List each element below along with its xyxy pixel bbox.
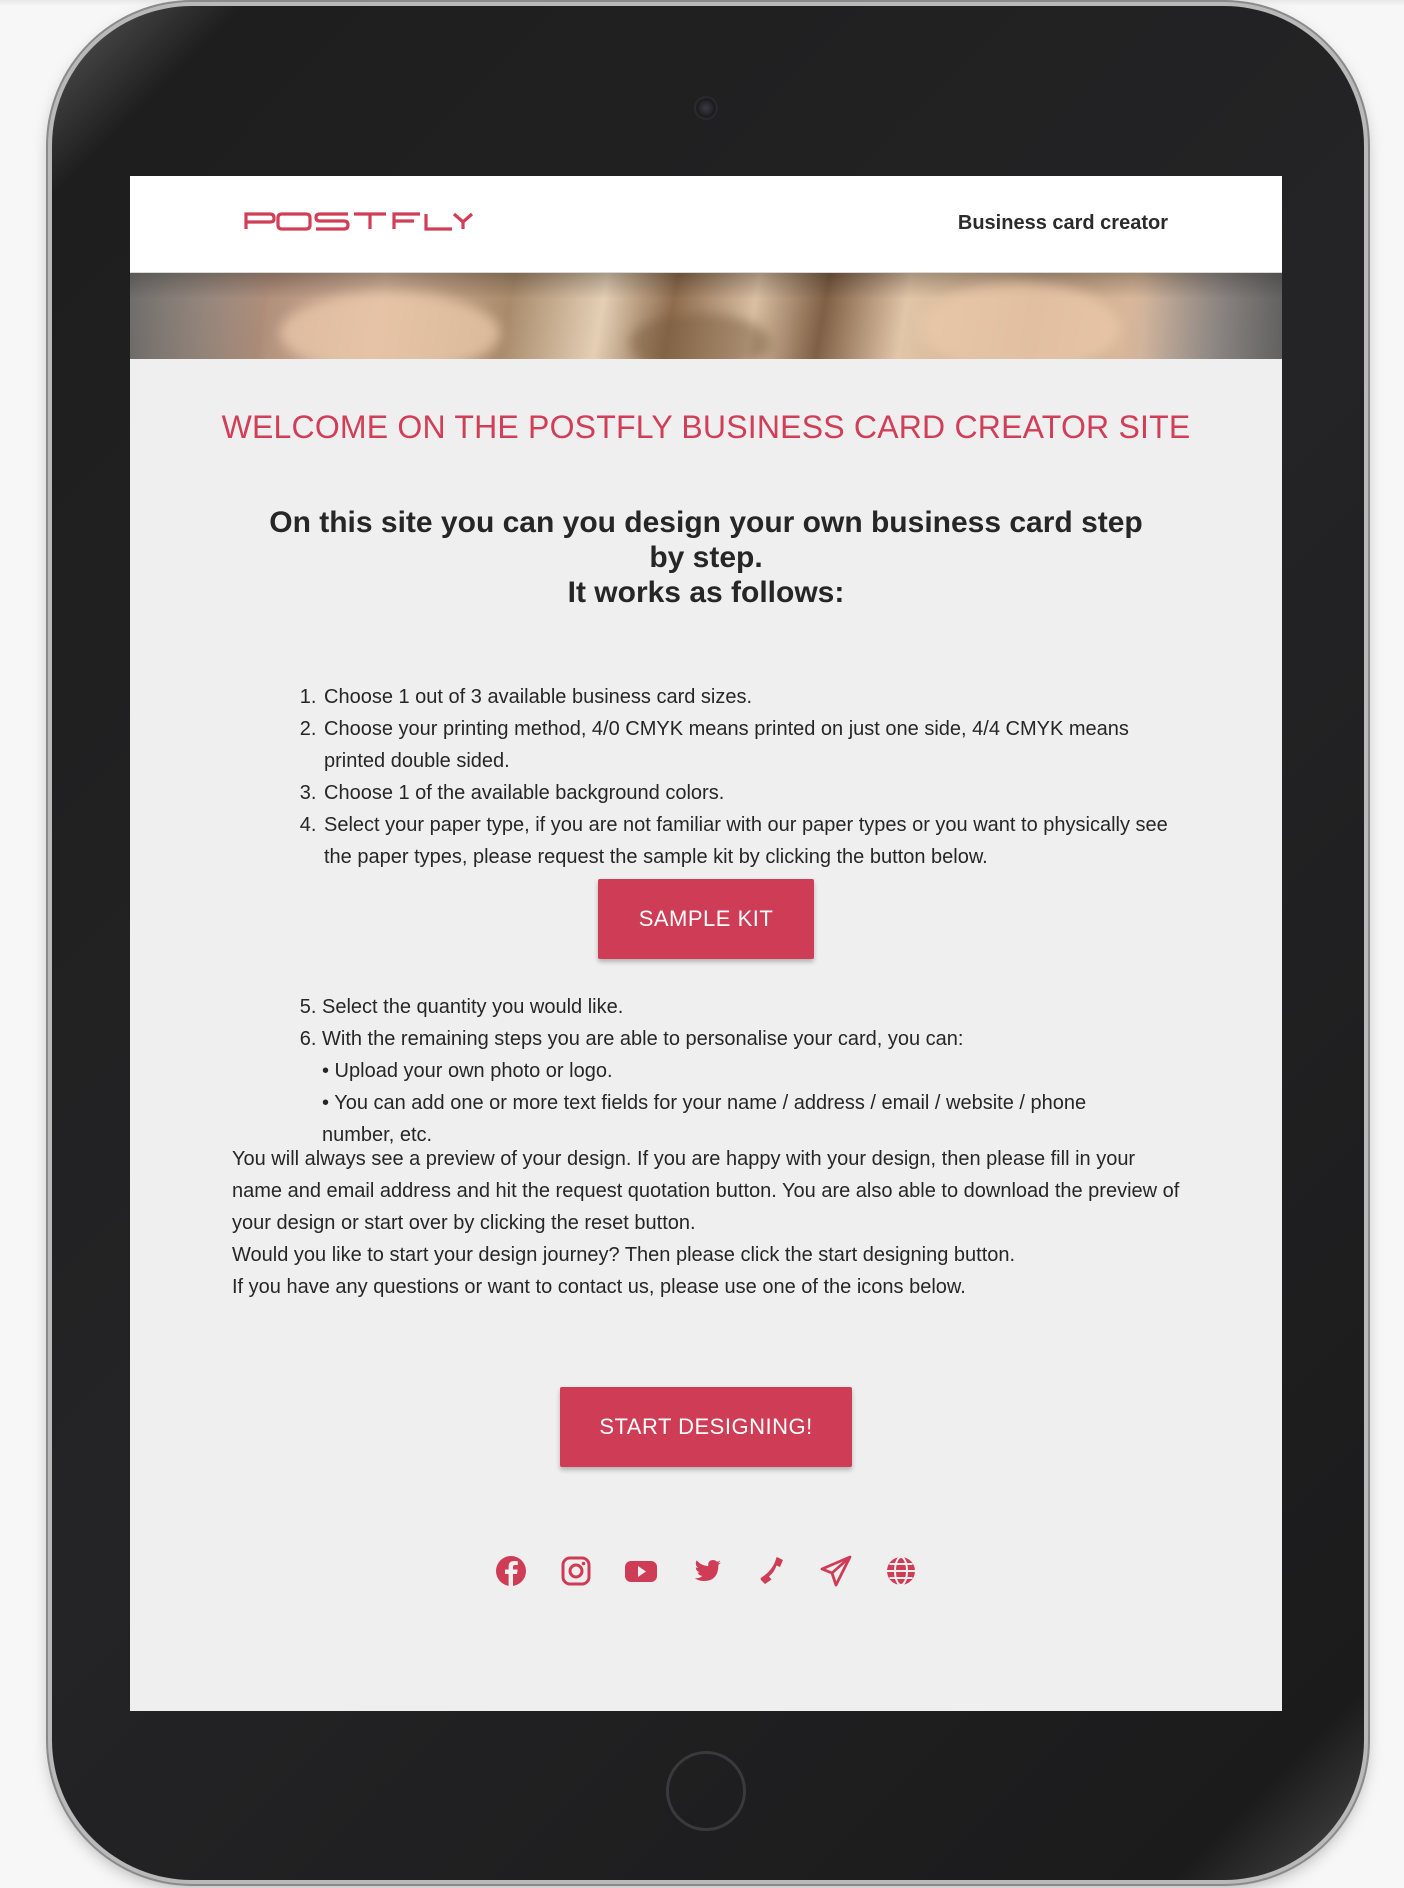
step-item-text: With the remaining steps you are able to… — [322, 1028, 964, 1050]
camera-lens — [696, 98, 716, 118]
site-header: Business card creator — [130, 176, 1282, 273]
step-item: With the remaining steps you are able to… — [322, 1023, 1112, 1151]
step-item: Choose 1 out of 3 available business car… — [322, 681, 1182, 713]
step-item: Choose 1 of the available background col… — [322, 777, 1182, 809]
info-paragraph: You will always see a preview of your de… — [232, 1148, 1180, 1234]
start-designing-button[interactable]: START DESIGNING! — [560, 1387, 852, 1467]
info-text: You will always see a preview of your de… — [232, 1143, 1182, 1303]
business-card-creator-link[interactable]: Business card creator — [958, 212, 1168, 235]
tablet-screen: Business card creator WELCOME ON THE POS… — [130, 176, 1282, 1711]
instagram-icon[interactable] — [559, 1554, 593, 1588]
personalise-option: • You can add one or more text fields fo… — [322, 1092, 1087, 1146]
send-icon[interactable] — [819, 1554, 853, 1588]
sample-kit-button[interactable]: SAMPLE KIT — [598, 879, 814, 959]
globe-icon[interactable] — [884, 1554, 918, 1588]
intro-line-1: On this site you can you design your own… — [269, 506, 1143, 574]
personalise-option: • Upload your own photo or logo. — [322, 1060, 613, 1082]
step-item: Choose your printing method, 4/0 CMYK me… — [322, 713, 1182, 777]
facebook-icon[interactable] — [494, 1554, 528, 1588]
info-paragraph: Would you like to start your design jour… — [232, 1244, 1016, 1266]
phone-icon[interactable] — [754, 1554, 788, 1588]
home-button[interactable] — [666, 1751, 746, 1831]
info-paragraph: If you have any questions or want to con… — [232, 1276, 966, 1298]
postfly-logo[interactable] — [244, 209, 474, 233]
hero-banner-image — [130, 273, 1282, 359]
youtube-icon[interactable] — [624, 1554, 658, 1588]
twitter-icon[interactable] — [690, 1554, 724, 1588]
intro-heading: On this site you can you design your own… — [250, 505, 1162, 610]
steps-list: Choose 1 out of 3 available business car… — [292, 681, 1182, 873]
welcome-title: WELCOME ON THE POSTFLY BUSINESS CARD CRE… — [221, 409, 1191, 445]
social-icons — [130, 1554, 1282, 1594]
step-item: Select the quantity you would like. — [322, 991, 1112, 1023]
postfly-logo-graphic — [244, 212, 474, 231]
steps-list-continued: Select the quantity you would like. With… — [292, 991, 1112, 1151]
step-item: Select your paper type, if you are not f… — [322, 809, 1182, 873]
intro-line-2: It works as follows: — [567, 576, 845, 609]
